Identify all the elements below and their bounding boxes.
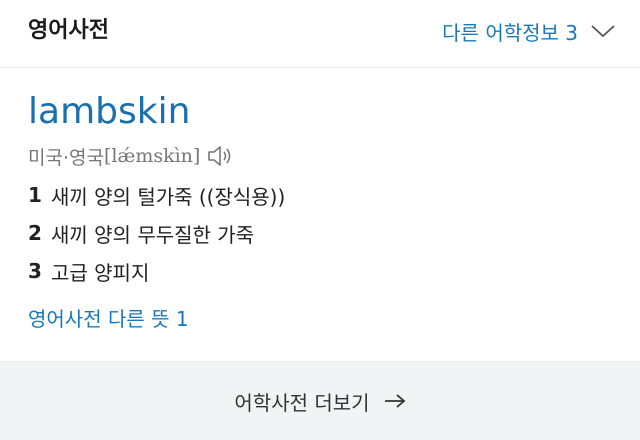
definition-item: 3 고급 양피지 [28,252,285,290]
speaker-icon[interactable] [206,143,234,169]
other-language-info-label: 다른 어학정보 3 [442,20,578,45]
pronunciation: 미국·영국 [lǽmskìn] [28,141,234,171]
definition-text: 고급 양피지 [51,260,150,285]
pronunciation-region: 미국·영국 [28,146,104,169]
definition-number: 2 [28,221,42,245]
header-title: 영어사전 [28,18,109,43]
definition-number: 3 [28,259,42,283]
definition-text: 새끼 양의 무두질한 가죽 [51,222,255,247]
definition-list: 1 새끼 양의 털가죽 ((장식용)) 2 새끼 양의 무두질한 가죽 3 고급… [28,176,285,290]
dictionary-header: 영어사전 다른 어학정보 3 [0,0,640,68]
pronunciation-ipa: [lǽmskìn] [103,145,201,167]
more-dictionary-button[interactable]: 어학사전 더보기 [0,361,640,440]
entry-word[interactable]: lambskin [28,90,190,134]
definition-item: 1 새끼 양의 털가죽 ((장식용)) [28,176,285,214]
arrow-right-icon [384,394,405,408]
more-dictionary-label: 어학사전 더보기 [234,390,370,415]
chevron-down-icon [591,25,615,38]
other-language-info-button[interactable]: 다른 어학정보 3 [442,15,616,47]
definition-item: 2 새끼 양의 무두질한 가죽 [28,214,285,252]
other-meanings-link[interactable]: 영어사전 다른 뜻 1 [28,304,189,334]
definition-number: 1 [28,183,42,207]
definition-text: 새끼 양의 털가죽 ((장식용)) [51,184,286,209]
